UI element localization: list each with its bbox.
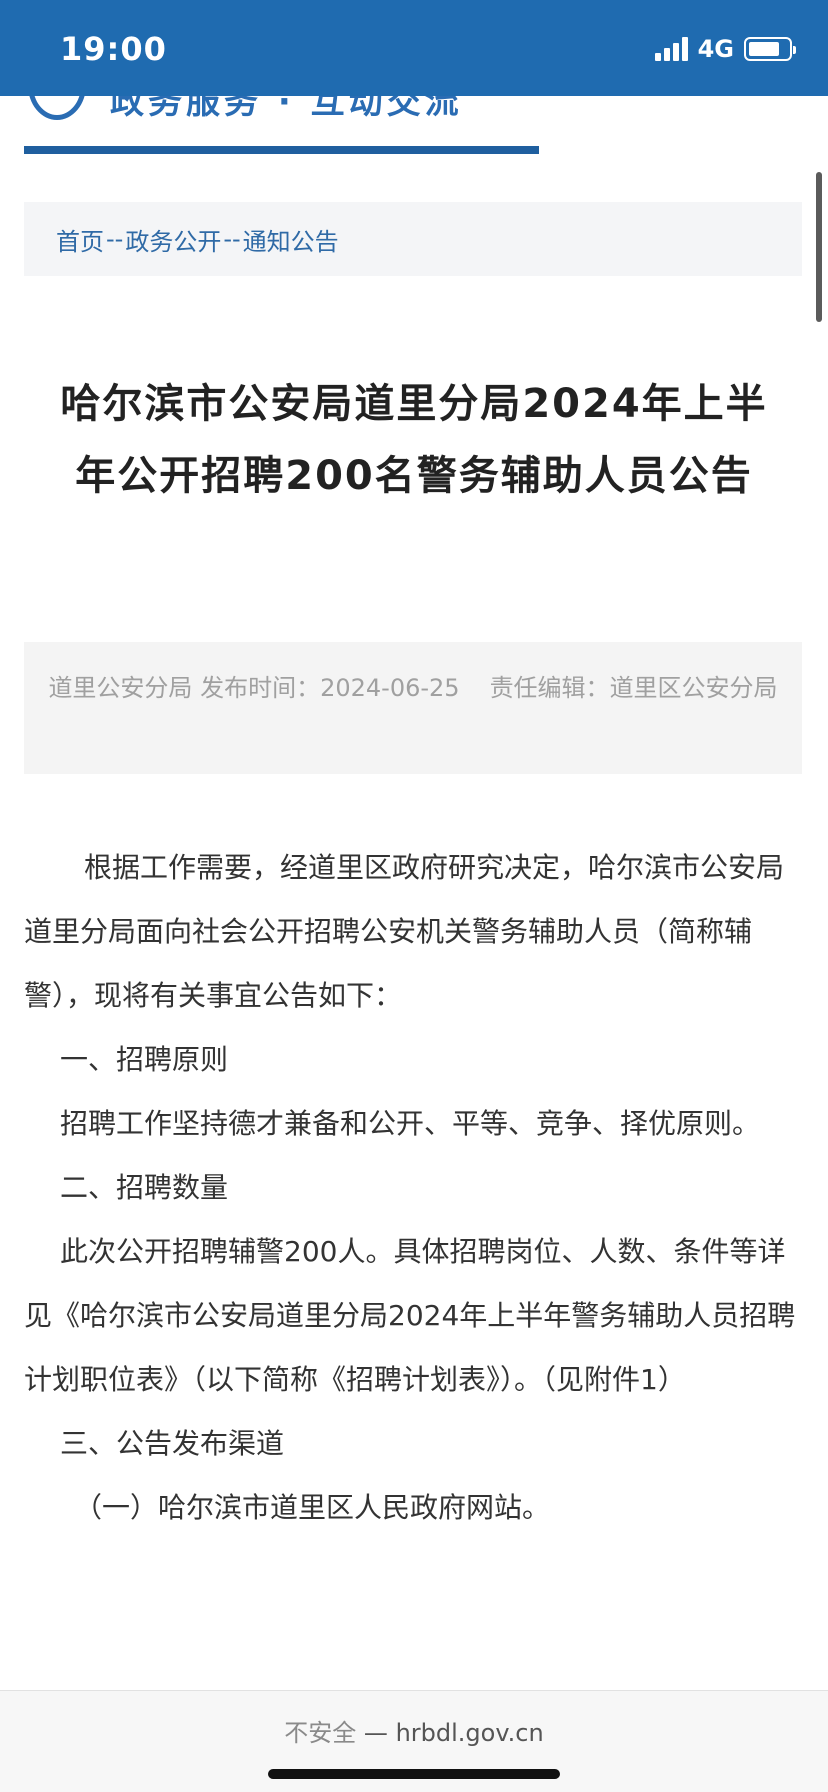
page-scrollbar[interactable]: [816, 172, 822, 322]
breadcrumb: 首页 -- 政务公开 -- 通知公告: [24, 202, 802, 276]
signal-icon: [654, 37, 688, 61]
url-domain: hrbdl.gov.cn: [395, 1719, 544, 1747]
section-heading: 二、招聘数量: [60, 1171, 229, 1204]
body-paragraph: 此次公开招聘辅警200人。具体招聘岗位、人数、条件等详见《哈尔滨市公安局道里分局…: [24, 1235, 796, 1396]
network-type: 4G: [697, 35, 734, 63]
article-editor: 道里区公安分局: [609, 674, 778, 702]
site-slogan-icon: 政务服务 · 互动交流: [110, 96, 463, 122]
status-icons: 4G: [654, 34, 796, 64]
status-bar: 19:00 4G: [0, 0, 828, 96]
article-source: 道里公安分局: [48, 674, 193, 702]
battery-level: [749, 42, 779, 56]
breadcrumb-home[interactable]: 首页: [56, 222, 104, 257]
breadcrumb-notices[interactable]: 通知公告: [243, 222, 339, 257]
header-divider: [24, 146, 539, 154]
editor-label: 责任编辑：: [489, 674, 610, 702]
url-display[interactable]: 不安全 — hrbdl.gov.cn: [0, 1713, 828, 1748]
list-item: （一）哈尔滨市道里区人民政府网站。: [74, 1491, 551, 1524]
breadcrumb-gov-affairs[interactable]: 政务公开: [125, 222, 221, 257]
breadcrumb-separator: --: [223, 225, 241, 253]
article-meta: 道里公安分局 发布时间：2024-06-25 责任编辑：道里区公安分局: [24, 642, 802, 774]
article-body: 根据工作需要，经道里区政府研究决定，哈尔滨市公安局道里分局面向社会公开招聘公安机…: [24, 836, 802, 1540]
url-dash: —: [363, 1719, 388, 1747]
section-heading: 一、招聘原则: [60, 1043, 229, 1076]
publish-date: 2024-06-25: [320, 674, 460, 702]
insecure-label: 不安全: [284, 1719, 357, 1747]
browser-address-bar[interactable]: 不安全 — hrbdl.gov.cn: [0, 1690, 828, 1792]
site-header: 政务服务 · 互动交流: [0, 96, 828, 142]
article-title: 哈尔滨市公安局道里分局2024年上半年公开招聘200名警务辅助人员公告: [60, 381, 768, 499]
breadcrumb-separator: --: [106, 225, 124, 253]
site-logo-icon: [28, 96, 86, 120]
intro-paragraph: 根据工作需要，经道里区政府研究决定，哈尔滨市公安局道里分局面向社会公开招聘公安机…: [24, 851, 785, 1012]
body-paragraph: 招聘工作坚持德才兼备和公开、平等、竞争、择优原则。: [60, 1107, 761, 1140]
section-heading: 三、公告发布渠道: [60, 1427, 285, 1460]
publish-label: 发布时间：: [200, 674, 321, 702]
battery-icon: [744, 37, 796, 61]
status-time: 19:00: [60, 30, 167, 68]
home-indicator[interactable]: [268, 1769, 560, 1779]
